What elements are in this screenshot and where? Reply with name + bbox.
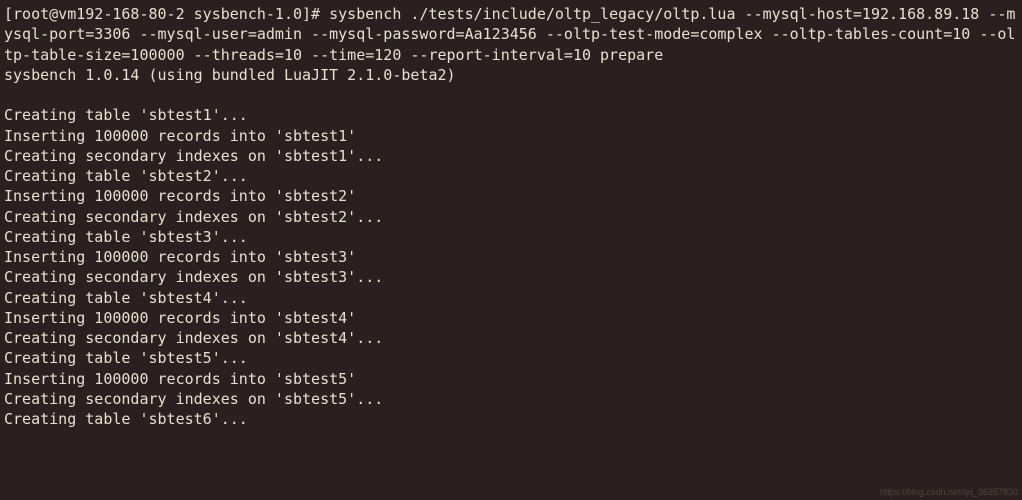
output-line: Creating secondary indexes on 'sbtest2'.… (4, 208, 383, 226)
output-line: Creating secondary indexes on 'sbtest1'.… (4, 147, 383, 165)
terminal-output[interactable]: [root@vm192-168-80-2 sysbench-1.0]# sysb… (4, 4, 1018, 429)
output-line: Creating secondary indexes on 'sbtest5'.… (4, 390, 383, 408)
output-line: Creating secondary indexes on 'sbtest4'.… (4, 329, 383, 347)
output-line: Inserting 100000 records into 'sbtest5' (4, 370, 356, 388)
output-line: Inserting 100000 records into 'sbtest2' (4, 187, 356, 205)
version-line: sysbench 1.0.14 (using bundled LuaJIT 2.… (4, 66, 456, 84)
shell-prompt: [root@vm192-168-80-2 sysbench-1.0]# (4, 5, 329, 23)
output-line: Creating secondary indexes on 'sbtest3'.… (4, 268, 383, 286)
output-line: Creating table 'sbtest4'... (4, 289, 248, 307)
output-line: Creating table 'sbtest1'... (4, 106, 248, 124)
output-line: Inserting 100000 records into 'sbtest4' (4, 309, 356, 327)
output-line: Creating table 'sbtest3'... (4, 228, 248, 246)
output-line: Creating table 'sbtest5'... (4, 349, 248, 367)
output-line: Inserting 100000 records into 'sbtest3' (4, 248, 356, 266)
output-line: Inserting 100000 records into 'sbtest1' (4, 127, 356, 145)
watermark: https://blog.csdn.net/qq_36357820 (880, 486, 1018, 498)
output-line: Creating table 'sbtest2'... (4, 167, 248, 185)
output-line: Creating table 'sbtest6'... (4, 410, 248, 428)
blank-line (4, 85, 1018, 105)
